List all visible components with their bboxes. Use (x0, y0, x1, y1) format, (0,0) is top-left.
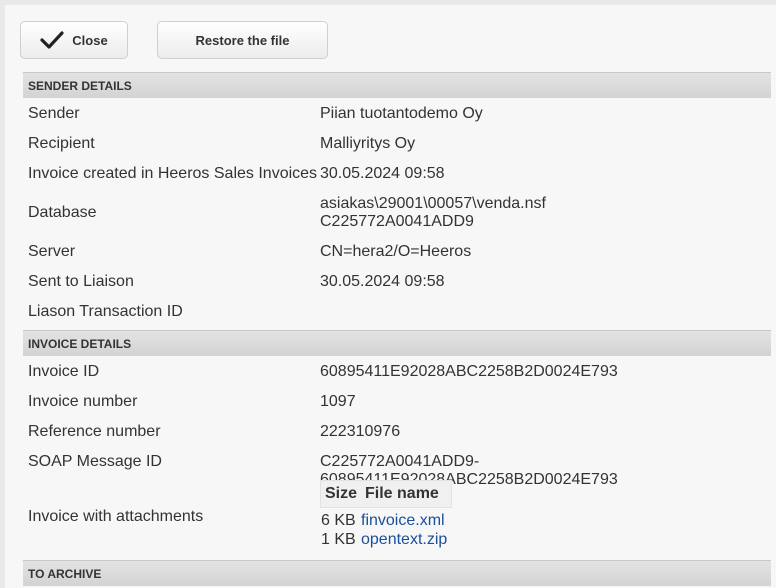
row-label: Invoice number (28, 393, 138, 410)
invoice-details-header: INVOICE DETAILS (23, 330, 771, 356)
close-button[interactable]: Close (20, 21, 128, 59)
attachment-row: 6 KB finvoice.xml (320, 511, 452, 530)
restore-file-button[interactable]: Restore the file (157, 21, 328, 59)
row-value: 60895411E92028ABC2258B2D0024E793 (320, 363, 618, 380)
database-replica-id: C225772A0041ADD9 (320, 213, 474, 230)
row-label: Server (28, 243, 76, 260)
row-value: asiakas\29001\00057\venda.nsf C225772A00… (320, 195, 546, 231)
size-column-header: Size (325, 485, 358, 502)
row-value: 1097 (320, 393, 356, 410)
attachment-size: 6 KB (321, 512, 356, 529)
row-label: SOAP Message ID (28, 453, 162, 470)
database-path: asiakas\29001\00057\venda.nsf (320, 195, 546, 212)
row-label: Recipient (28, 135, 95, 152)
row-label: Invoice ID (28, 363, 100, 380)
row-value: 30.05.2024 09:58 (320, 165, 445, 182)
row-label: Invoice created in Heeros Sales Invoices (28, 165, 318, 182)
attachment-link[interactable]: finvoice.xml (361, 512, 445, 529)
row-value: Piian tuotantodemo Oy (320, 105, 483, 122)
row-label: Liason Transaction ID (28, 303, 183, 320)
file-name-column-header: File name (365, 485, 439, 502)
attachment-link[interactable]: opentext.zip (361, 531, 447, 548)
row-label: Invoice with attachments (28, 508, 204, 525)
row-label: Reference number (28, 423, 161, 440)
to-archive-header: TO ARCHIVE (23, 560, 771, 586)
row-label: Sender (28, 105, 80, 122)
attachment-size: 1 KB (321, 531, 356, 548)
row-value: 30.05.2024 09:58 (320, 273, 445, 290)
row-value: Malliyritys Oy (320, 135, 416, 152)
checkmark-icon (40, 31, 64, 49)
row-label: Database (28, 204, 97, 221)
restore-button-label: Restore the file (195, 32, 290, 48)
attachments-table-header: Size File name (320, 480, 452, 508)
attachment-row: 1 KB opentext.zip (320, 530, 452, 549)
attachments-table: Size File name 6 KB finvoice.xml 1 KB open… (320, 480, 452, 549)
row-value: 222310976 (320, 423, 401, 440)
row-value: CN=hera2/O=Heeros (320, 243, 472, 260)
row-label: Sent to Liaison (28, 273, 134, 290)
sender-details-header: SENDER DETAILS (23, 72, 771, 98)
close-button-label: Close (72, 32, 108, 48)
